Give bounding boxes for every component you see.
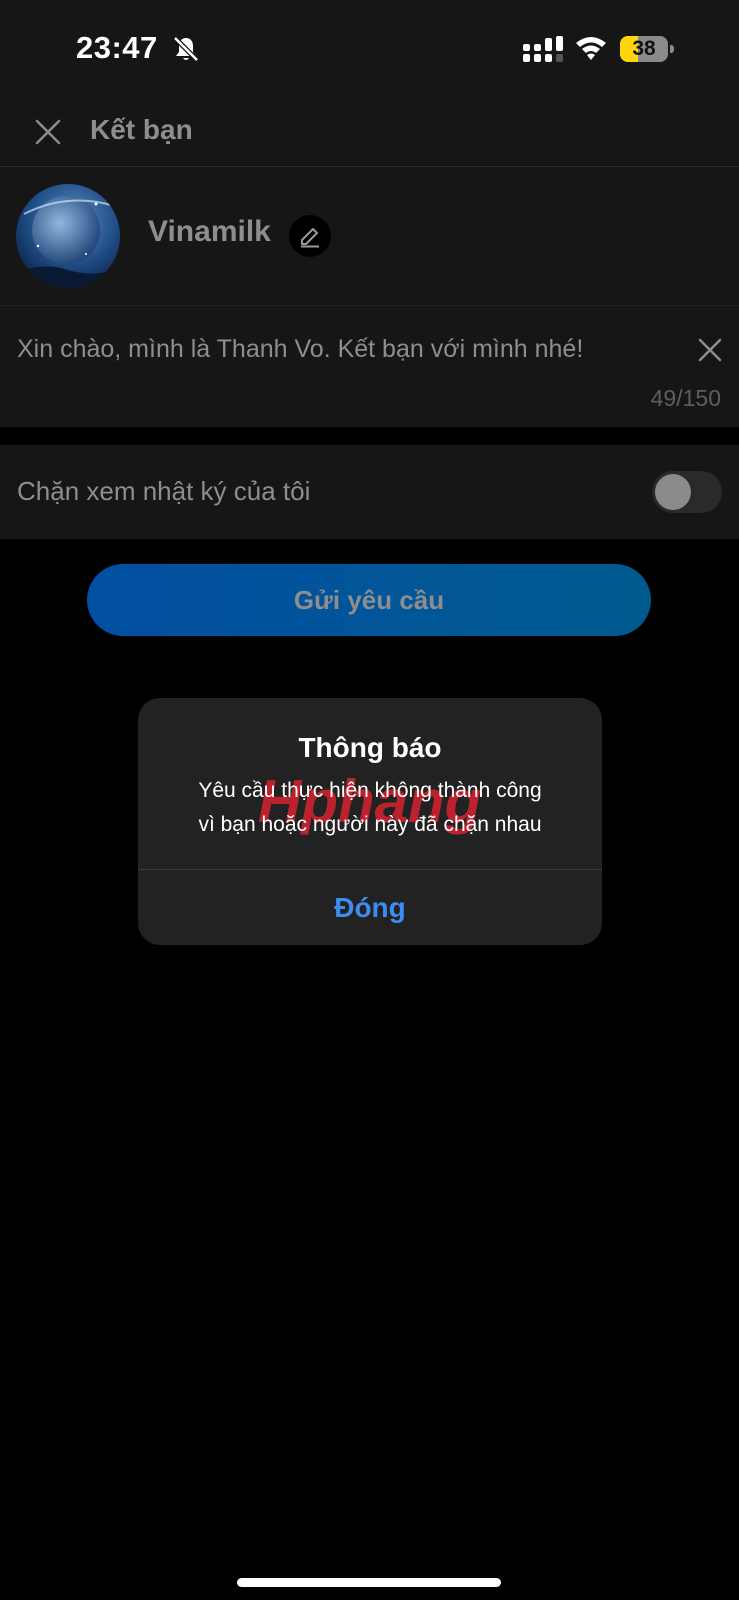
battery-percent: 38 xyxy=(632,37,656,60)
message-input[interactable]: Xin chào, mình là Thanh Vo. Kết bạn với … xyxy=(17,335,667,364)
clear-message-icon[interactable] xyxy=(694,334,726,366)
bell-slash-icon xyxy=(173,36,199,62)
display-name: Vinamilk xyxy=(148,215,271,248)
home-indicator[interactable] xyxy=(237,1578,501,1587)
char-count: 49/150 xyxy=(650,385,721,411)
header: Kết bạn xyxy=(0,100,739,167)
dialog-message: Yêu cầu thực hiện không thành công vì bạ… xyxy=(158,774,582,842)
battery-icon: 38 xyxy=(620,36,674,62)
signal-icon xyxy=(523,36,563,62)
alert-dialog: Thông báo Hphang Yêu cầu thực hiện không… xyxy=(138,698,602,945)
screen: 23:47 38 Kết bạn Vinamilk Xin chào, mình… xyxy=(0,0,739,1600)
block-diary-row: Chặn xem nhật ký của tôi xyxy=(0,445,739,539)
send-request-button[interactable]: Gửi yêu cầu xyxy=(87,564,651,636)
block-diary-label: Chặn xem nhật ký của tôi xyxy=(17,476,311,506)
status-time: 23:47 xyxy=(76,30,158,65)
profile-card: Vinamilk Xin chào, mình là Thanh Vo. Kết… xyxy=(0,167,739,427)
dialog-title: Thông báo xyxy=(298,732,442,763)
edit-name-button[interactable] xyxy=(289,215,331,257)
block-diary-toggle[interactable] xyxy=(652,471,722,513)
dialog-close-button[interactable]: Đóng xyxy=(138,870,602,945)
pencil-icon xyxy=(301,228,319,248)
status-bar: 23:47 38 xyxy=(0,0,739,100)
toggle-knob xyxy=(655,474,691,510)
close-icon[interactable] xyxy=(30,114,66,150)
wifi-icon xyxy=(576,37,606,60)
dialog-message-line2: vì bạn hoặc người này đã chặn nhau xyxy=(198,813,542,836)
avatar[interactable] xyxy=(16,184,120,288)
page-title: Kết bạn xyxy=(90,114,193,145)
dialog-message-line1: Yêu cầu thực hiện không thành công xyxy=(198,779,542,802)
